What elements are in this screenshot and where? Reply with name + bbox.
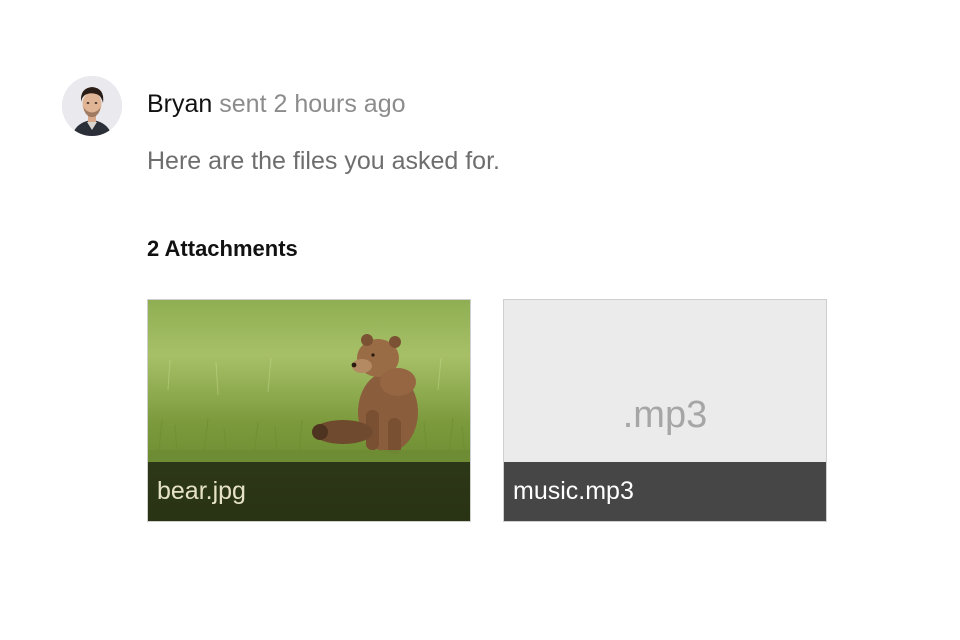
comment-time: sent 2 hours ago	[219, 90, 406, 118]
author-link[interactable]: Bryan	[147, 90, 212, 118]
comment-message: Here are the files you asked for.	[147, 147, 500, 175]
comment-meta: Bryan sent 2 hours ago	[147, 88, 406, 120]
attachments-title: 2 Attachments	[147, 236, 298, 261]
attachment-name[interactable]: bear.jpg	[148, 462, 470, 521]
avatar[interactable]	[62, 76, 122, 136]
file-extension-label: .mp3	[622, 394, 708, 436]
attachment-card-image[interactable]: bear.jpg	[147, 299, 471, 522]
attachments-list: bear.jpg .mp3 music.mp3	[147, 299, 847, 524]
attachment-name[interactable]: music.mp3	[504, 462, 826, 521]
page: Bryan sent 2 hours ago Here are the file…	[0, 0, 960, 640]
attachment-card-file[interactable]: .mp3 music.mp3	[503, 299, 827, 522]
user-avatar-icon	[62, 76, 122, 136]
